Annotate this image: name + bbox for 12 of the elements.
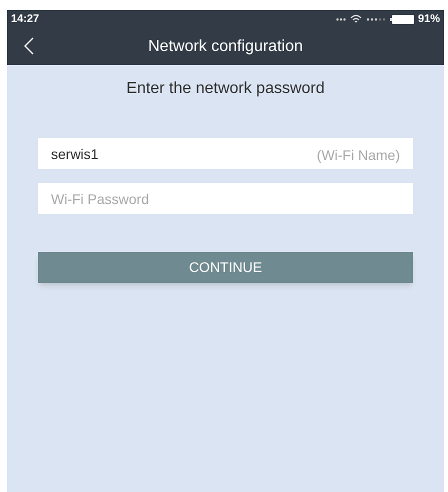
continue-button[interactable]: CONTINUE xyxy=(38,252,413,283)
nav-title: Network configuration xyxy=(148,36,303,56)
heading: Enter the network password xyxy=(125,79,326,99)
battery-icon xyxy=(390,14,414,24)
battery-percent: 91% xyxy=(418,12,440,27)
dots-icon xyxy=(336,18,346,20)
signal-icon xyxy=(366,18,386,20)
password-field[interactable]: Wi-Fi Password xyxy=(38,183,413,214)
time: 14:27 xyxy=(11,12,40,27)
field-suffix: (Wi-Fi Name) xyxy=(316,146,400,165)
wifi-icon xyxy=(350,14,362,24)
back-icon xyxy=(24,37,34,55)
